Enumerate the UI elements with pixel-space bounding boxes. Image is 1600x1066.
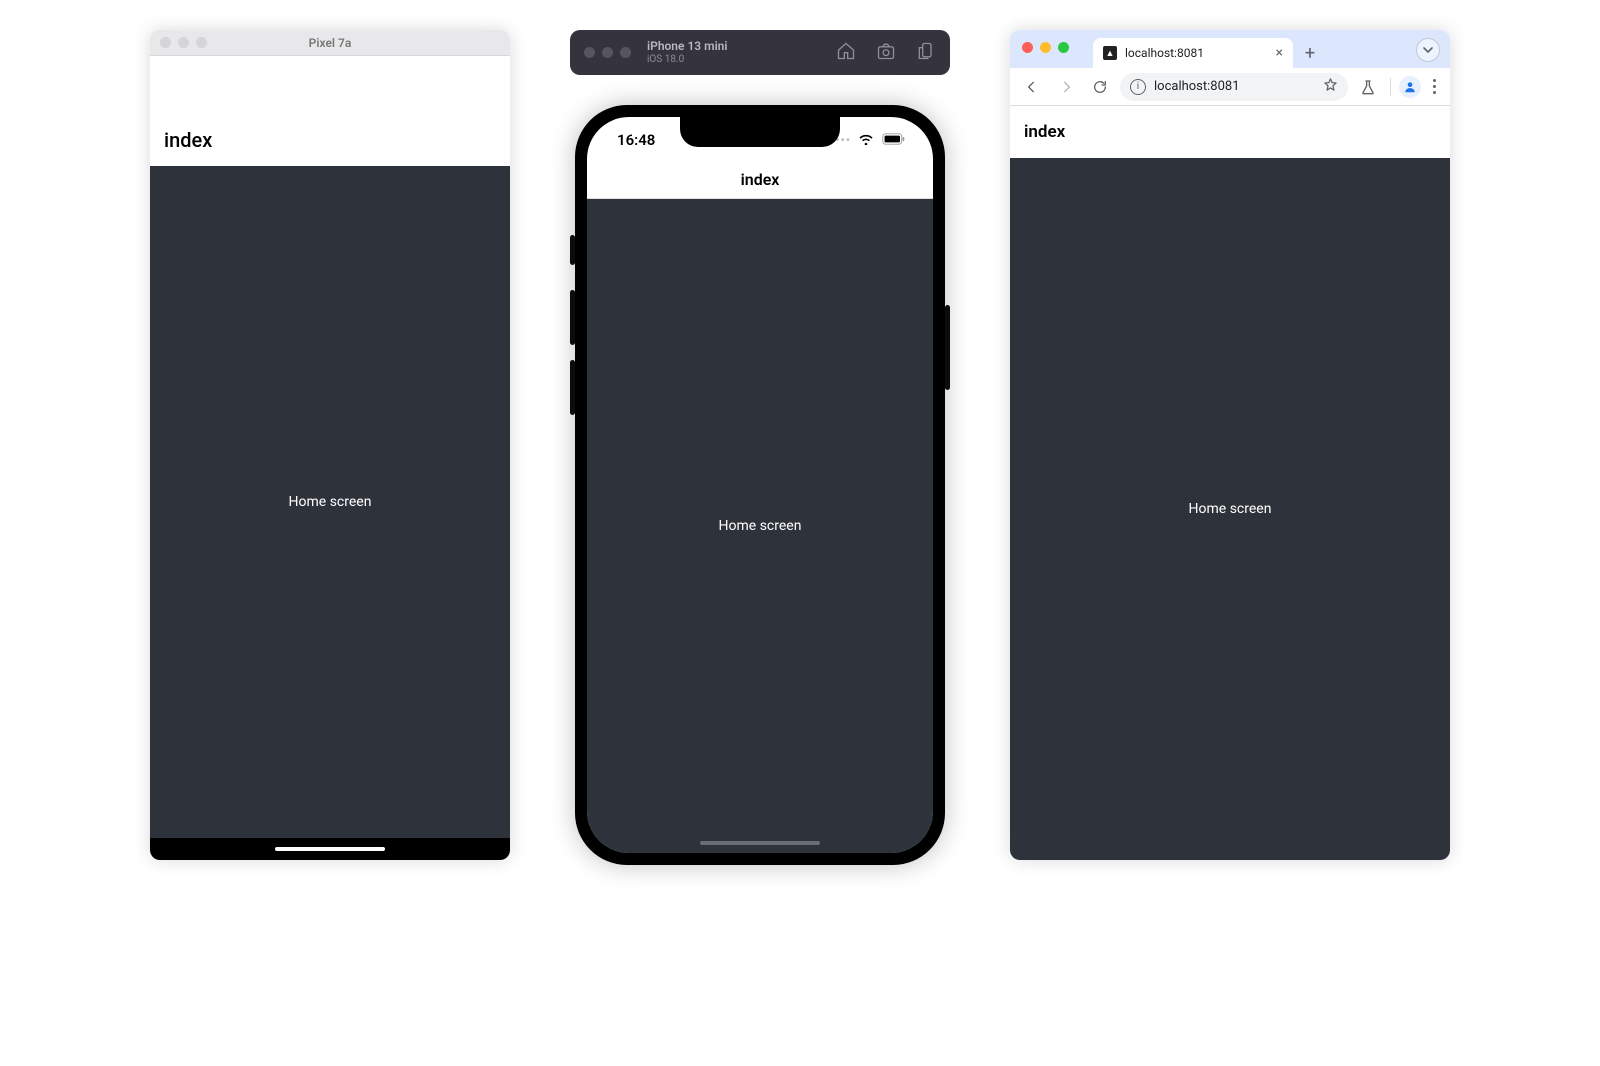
window-minimize-button[interactable] (1040, 42, 1051, 53)
screenshot-icon[interactable] (876, 41, 896, 65)
tab-close-icon[interactable]: × (1276, 46, 1283, 60)
profile-avatar[interactable] (1399, 76, 1421, 98)
app-content: Home screen (1010, 158, 1450, 860)
browser-window: ▲ localhost:8081 × + i localhost:8081 (1010, 30, 1450, 860)
reload-button[interactable] (1086, 73, 1114, 101)
home-screen-text: Home screen (719, 518, 802, 534)
window-minimize-dot[interactable] (178, 37, 189, 48)
volume-down-button[interactable] (570, 360, 575, 415)
page-title: index (741, 170, 780, 189)
ios-simulator-group: iPhone 13 mini iOS 18.0 16:48 •••• (570, 30, 950, 865)
app-navigation-header: index (587, 161, 933, 199)
toolbar-divider (1390, 78, 1391, 96)
mute-switch[interactable] (570, 235, 575, 265)
window-zoom-button[interactable] (1058, 42, 1069, 53)
home-screen-text: Home screen (289, 494, 372, 510)
app-content: Home screen (150, 166, 510, 838)
url-bar[interactable]: i localhost:8081 (1120, 73, 1348, 101)
site-info-icon[interactable]: i (1130, 79, 1146, 95)
browser-tab[interactable]: ▲ localhost:8081 × (1093, 38, 1293, 68)
url-text: localhost:8081 (1154, 79, 1315, 94)
iphone-notch (680, 117, 840, 147)
android-titlebar[interactable]: Pixel 7a (150, 30, 510, 56)
window-close-button[interactable] (1022, 42, 1033, 53)
favicon: ▲ (1103, 46, 1117, 60)
tab-overflow-button[interactable] (1416, 38, 1440, 62)
status-time: 16:48 (617, 131, 655, 149)
volume-up-button[interactable] (570, 290, 575, 345)
iphone-device-frame: 16:48 •••• index Home screen (575, 105, 945, 865)
android-screen: index Home screen (150, 56, 510, 860)
window-zoom-dot[interactable] (196, 37, 207, 48)
ios-simulator-device-name: iPhone 13 mini (647, 40, 826, 54)
app-navigation-header: index (1010, 106, 1450, 158)
new-tab-button[interactable]: + (1297, 40, 1323, 66)
window-controls[interactable] (1022, 42, 1069, 53)
window-close-dot[interactable] (584, 47, 595, 58)
rotate-icon[interactable] (916, 41, 936, 65)
page-title: index (1024, 122, 1065, 142)
window-controls[interactable] (160, 37, 207, 48)
android-emulator-window: Pixel 7a index Home screen (150, 30, 510, 860)
window-zoom-dot[interactable] (620, 47, 631, 58)
tab-title: localhost:8081 (1125, 46, 1204, 60)
browser-menu-icon[interactable] (1427, 79, 1442, 94)
back-button[interactable] (1018, 73, 1046, 101)
ios-simulator-titlebar[interactable]: iPhone 13 mini iOS 18.0 (570, 30, 950, 75)
page-title: index (164, 128, 212, 152)
browser-tabbar[interactable]: ▲ localhost:8081 × + (1010, 30, 1450, 68)
window-controls[interactable] (584, 47, 631, 58)
labs-icon[interactable] (1354, 73, 1382, 101)
app-navigation-header: index (150, 96, 510, 166)
browser-toolbar: i localhost:8081 (1010, 68, 1450, 106)
home-screen-text: Home screen (1189, 501, 1272, 517)
wifi-icon (857, 131, 875, 149)
gesture-pill[interactable] (275, 847, 385, 851)
forward-button[interactable] (1052, 73, 1080, 101)
app-content: Home screen (587, 199, 933, 853)
browser-viewport: index Home screen (1010, 106, 1450, 860)
power-button[interactable] (945, 305, 950, 390)
battery-icon (881, 131, 907, 149)
window-close-dot[interactable] (160, 37, 171, 48)
android-gesture-bar[interactable] (150, 838, 510, 860)
home-indicator[interactable] (700, 841, 820, 845)
home-icon[interactable] (836, 41, 856, 65)
bookmark-icon[interactable] (1323, 77, 1338, 96)
iphone-screen: 16:48 •••• index Home screen (587, 117, 933, 853)
android-statusbar (150, 56, 510, 96)
ios-simulator-os-label: iOS 18.0 (647, 54, 826, 66)
window-minimize-dot[interactable] (602, 47, 613, 58)
